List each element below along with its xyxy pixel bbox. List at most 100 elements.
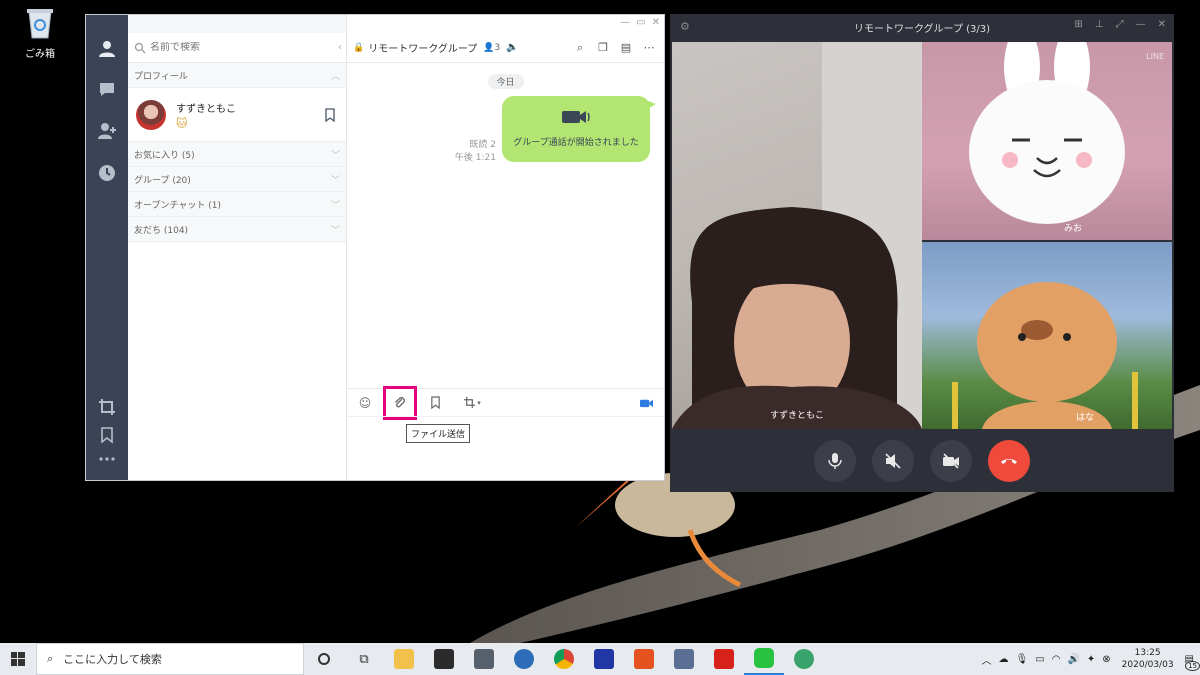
speaker-icon[interactable]: 🔈 — [506, 42, 518, 53]
gear-icon[interactable]: ⚙ — [680, 20, 690, 33]
notification-center[interactable]: ▤ 15 — [1185, 654, 1200, 671]
recycle-bin-label: ごみ箱 — [25, 49, 55, 60]
friends-section-header[interactable]: 友だち (104) ﹀ — [128, 217, 346, 242]
vivaldi-app[interactable] — [784, 643, 824, 675]
clock-icon[interactable] — [97, 163, 117, 183]
windows-logo-icon — [11, 652, 25, 666]
search-input[interactable] — [150, 42, 330, 53]
search-icon: ⌕ — [47, 652, 54, 665]
more-icon[interactable] — [97, 449, 117, 469]
microphone-icon[interactable]: 🎙 — [1016, 654, 1029, 665]
close-icon[interactable]: ✕ — [652, 17, 660, 28]
mute-mic-button[interactable] — [814, 439, 856, 482]
hidemaru-app[interactable] — [584, 643, 624, 675]
favorites-section-header[interactable]: お気に入り (5) ﹀ — [128, 142, 346, 167]
profile-section-header[interactable]: プロフィール ︿ — [128, 63, 346, 88]
file-explorer-app[interactable] — [384, 643, 424, 675]
printer-app[interactable] — [464, 643, 504, 675]
notes-icon[interactable]: ▤ — [619, 41, 633, 55]
close-icon[interactable]: ✕ — [1158, 19, 1166, 30]
participant-tile[interactable]: LINE みお — [922, 42, 1172, 240]
chevron-up-icon[interactable]: ︿ — [982, 652, 992, 667]
fullscreen-icon[interactable]: ⤢ — [1116, 19, 1124, 30]
thunderbird-app[interactable] — [504, 643, 544, 675]
profile-name: すずきともこ — [176, 103, 236, 115]
group-call-message-bubble[interactable]: グループ通話が開始されました — [502, 96, 656, 162]
taskbar-search-box[interactable]: ⌕ ここに入力して検索 — [36, 643, 304, 675]
call-title: リモートワークグループ (3/3) — [853, 23, 991, 35]
message-input[interactable] — [347, 416, 664, 480]
office-app[interactable] — [624, 643, 664, 675]
maximize-icon[interactable]: ▭ — [636, 17, 645, 28]
my-profile-row[interactable]: すずきともこ 🐱 — [128, 88, 346, 142]
participant-video — [969, 42, 1125, 224]
task-view-button[interactable]: ⧉ — [344, 643, 384, 675]
task-view-icon: ⧉ — [359, 651, 369, 667]
bookmark-icon[interactable] — [423, 391, 447, 415]
chat-header: 🔒 リモートワークグループ 👤3 🔈 ⌕ ❐ ▤ ⋯ — [347, 33, 664, 63]
participant-video — [672, 42, 922, 429]
notification-count: 15 — [1185, 660, 1200, 671]
wifi-icon[interactable]: ◠ — [1052, 654, 1061, 665]
chevron-down-icon: ﹀ — [330, 200, 340, 211]
video-camera-icon — [562, 111, 590, 123]
hang-up-button[interactable] — [988, 439, 1030, 482]
minimize-icon[interactable]: — — [1136, 19, 1146, 30]
battery-icon[interactable]: ▭ — [1035, 654, 1044, 665]
send-media-icon[interactable] — [634, 391, 658, 415]
chat-icon[interactable] — [97, 79, 117, 99]
chrome-icon — [554, 649, 574, 669]
member-count[interactable]: 👤3 — [483, 43, 500, 53]
groups-section-header[interactable]: グループ (20) ﹀ — [128, 167, 346, 192]
search-icon[interactable]: ⌕ — [573, 41, 587, 55]
volume-icon[interactable]: 🔊 — [1067, 654, 1079, 665]
more-icon[interactable]: ⋯ — [642, 41, 656, 55]
participant-tile[interactable]: はな — [922, 242, 1172, 429]
snipping-app[interactable] — [664, 643, 704, 675]
message-list: 今日 既読 2 午後 1:21 グループ通話が開始されました — [347, 63, 664, 388]
participant-name: はな — [1075, 413, 1094, 423]
chevron-down-icon: ﹀ — [330, 175, 340, 186]
start-button[interactable] — [0, 643, 36, 675]
crop-icon[interactable] — [97, 397, 117, 417]
friends-list-pane: ‹ プロフィール ︿ すずきともこ 🐱 お気に入り (5)﹀ グループ (20)… — [128, 15, 347, 480]
store-app[interactable] — [424, 643, 464, 675]
call-titlebar: ⚙ リモートワークグループ (3/3) ⊞ ⊥ ⤢ — ✕ — [670, 14, 1174, 40]
close-circle-icon[interactable]: ⊗ — [1102, 654, 1110, 665]
lock-icon: 🔒 — [353, 42, 365, 53]
video-call-window: ⚙ リモートワークグループ (3/3) ⊞ ⊥ ⤢ — ✕ すずきともこ LIN… — [670, 14, 1174, 492]
chevron-up-icon: ︿ — [330, 71, 340, 82]
search-bar: ‹ — [128, 33, 346, 63]
chevron-down-icon: ﹀ — [330, 150, 340, 161]
chrome-app[interactable] — [544, 643, 584, 675]
copy-icon[interactable]: ❐ — [596, 41, 610, 55]
crop-icon[interactable]: ▾ — [457, 391, 487, 415]
dropbox-icon[interactable]: ✦ — [1087, 654, 1095, 665]
line-app[interactable] — [744, 643, 784, 675]
collapse-pane-icon[interactable]: ‹ — [338, 42, 342, 53]
bookmark-icon[interactable] — [324, 107, 336, 122]
minimize-icon[interactable]: — — [620, 17, 630, 28]
date-separator: 今日 — [487, 74, 524, 89]
pin-icon[interactable]: ⊥ — [1095, 19, 1104, 30]
camera-toggle-button[interactable] — [930, 439, 972, 482]
participant-tile[interactable]: すずきともこ — [672, 42, 922, 429]
printer-icon — [474, 649, 494, 669]
emoji-icon[interactable]: ☺ — [353, 391, 377, 415]
recycle-bin[interactable]: ごみ箱 — [18, 6, 62, 60]
open-chat-section-header[interactable]: オープンチャット (1) ﹀ — [128, 192, 346, 217]
speaker-mute-button[interactable] — [872, 439, 914, 482]
onedrive-icon[interactable]: ☁ — [999, 654, 1009, 665]
message-meta: 既読 2 午後 1:21 — [455, 139, 496, 165]
person-icon[interactable] — [97, 39, 117, 59]
taskbar-search-placeholder: ここに入力して検索 — [63, 653, 162, 666]
paperclip-icon[interactable] — [383, 385, 417, 420]
layout-icon[interactable]: ⊞ — [1075, 19, 1083, 30]
bookmark-icon[interactable] — [97, 425, 117, 445]
vivaldi-icon — [794, 649, 814, 669]
participant-name: すずきともこ — [769, 411, 824, 421]
cortana-button[interactable] — [304, 643, 344, 675]
add-friend-icon[interactable] — [97, 121, 117, 141]
acrobat-app[interactable] — [704, 643, 744, 675]
taskbar-clock[interactable]: 13:25 2020/03/03 — [1122, 647, 1174, 671]
